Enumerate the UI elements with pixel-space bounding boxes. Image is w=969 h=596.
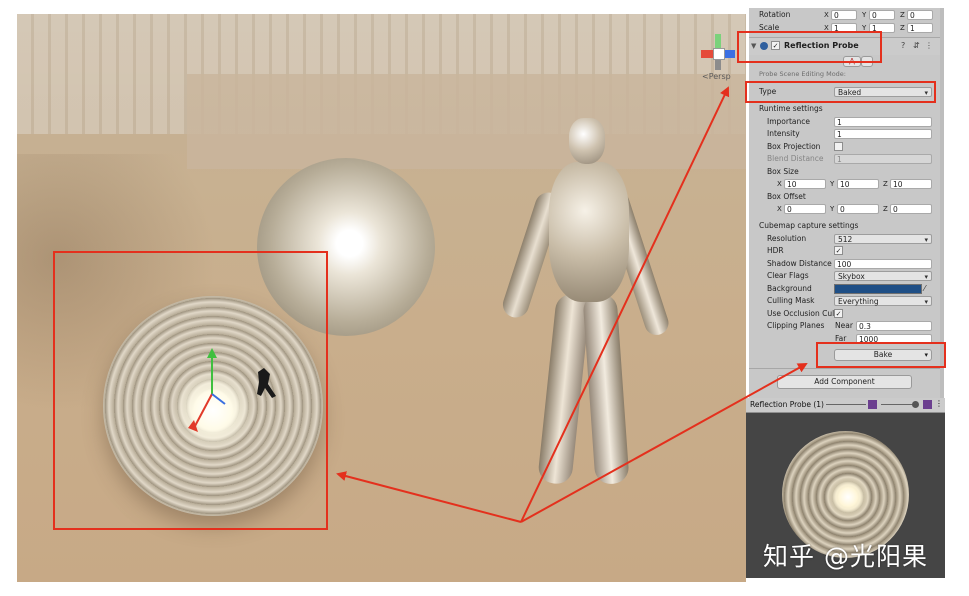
arrow-to-sphere	[336, 471, 522, 523]
arrow-to-bake	[520, 363, 808, 523]
arrow-to-type	[520, 86, 730, 523]
annotation-arrows	[336, 86, 808, 523]
